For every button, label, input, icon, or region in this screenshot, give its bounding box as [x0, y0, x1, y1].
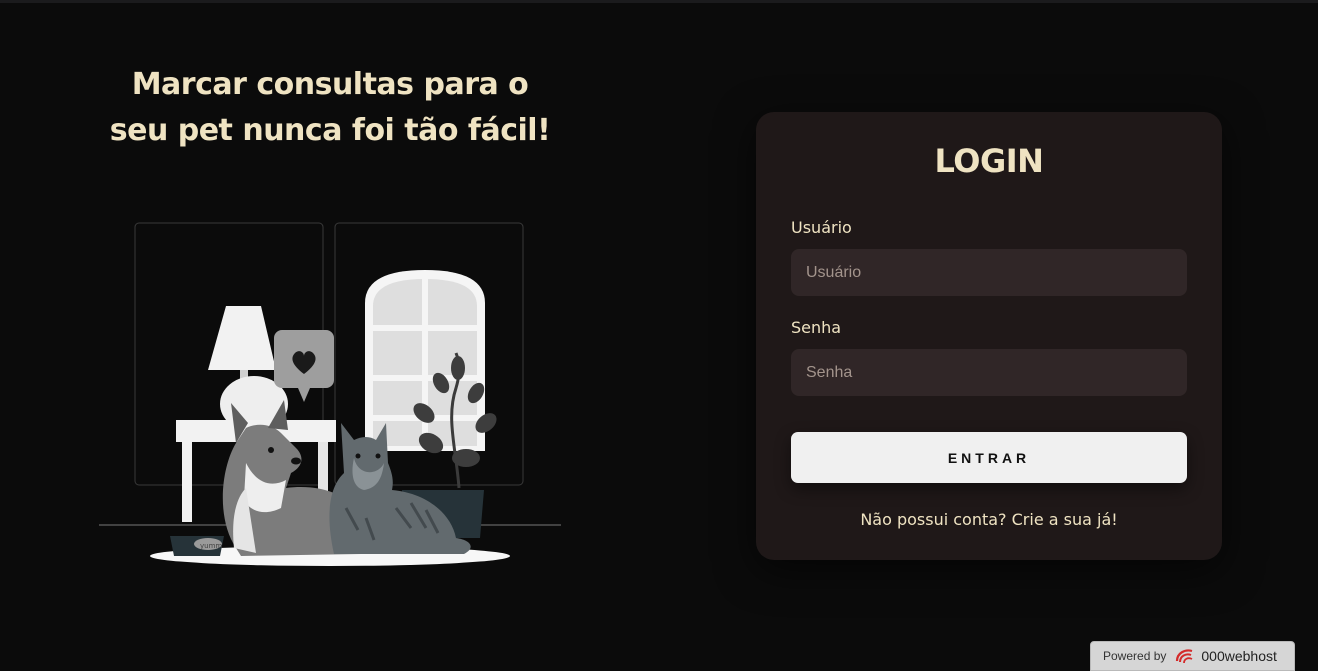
password-label: Senha: [791, 318, 842, 337]
login-card: LOGIN Usuário Senha ENTRAR Não possui co…: [756, 112, 1222, 560]
signup-link[interactable]: Não possui conta? Crie a sua já!: [756, 510, 1222, 529]
bowl-label: yumm: [200, 542, 222, 550]
powered-by-text: Powered by: [1103, 649, 1167, 663]
login-title: LOGIN: [934, 142, 1044, 180]
login-submit-button[interactable]: ENTRAR: [791, 432, 1187, 483]
top-border: [0, 0, 1318, 3]
password-input[interactable]: [791, 349, 1187, 396]
hero-title-line-2: seu pet nunca foi tão fácil!: [109, 113, 551, 148]
hero-title-line-1: Marcar consultas para o: [131, 67, 529, 102]
pets-illustration-graphic: yumm: [99, 222, 561, 566]
000webhost-logo-icon: [1174, 647, 1196, 665]
powered-by-brand: 000webhost: [1201, 648, 1277, 664]
hero-section: Marcar consultas para o seu pet nunca fo…: [100, 62, 560, 154]
hero-title: Marcar consultas para o seu pet nunca fo…: [100, 62, 560, 154]
username-label: Usuário: [791, 218, 852, 237]
powered-by-badge[interactable]: Powered by 000webhost: [1090, 641, 1295, 671]
username-input[interactable]: [791, 249, 1187, 296]
pets-illustration: yumm: [96, 218, 566, 573]
